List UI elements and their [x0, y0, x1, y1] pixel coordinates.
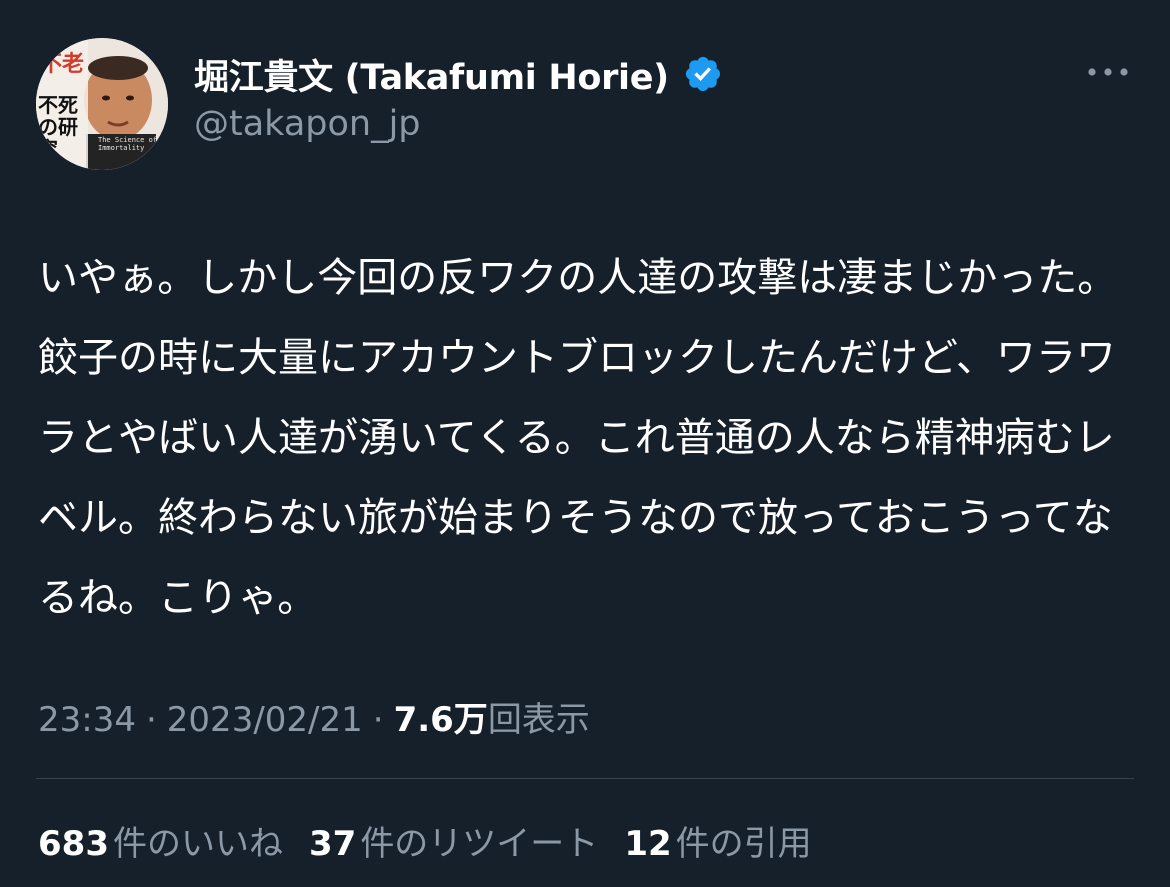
quotes-label: 件の引用 — [675, 824, 812, 864]
tweet-time[interactable]: 23:34 — [38, 700, 136, 740]
more-horizontal-icon[interactable] — [1086, 60, 1130, 84]
author-handle[interactable]: @takapon_jp — [194, 104, 421, 144]
retweets-count: 37 — [308, 824, 357, 864]
likes-label: 件のいいね — [112, 824, 283, 864]
meta-separator: · — [372, 700, 384, 740]
tweet-date[interactable]: 2023/02/21 — [167, 700, 363, 740]
divider — [36, 778, 1134, 779]
quotes-stat[interactable]: 12 件の引用 — [624, 816, 811, 865]
retweets-label: 件のリツイート — [360, 824, 599, 864]
tweet-detail: 不老 不死の研究 The Science of Immortality 堀江貴文… — [0, 0, 1170, 887]
quotes-count: 12 — [624, 824, 672, 864]
avatar-title-red: 不老 — [40, 51, 85, 77]
avatar-title-black: 不死の研究 — [38, 93, 78, 161]
likes-count: 683 — [38, 824, 109, 864]
meta-separator: · — [145, 700, 157, 740]
tweet-text: いやぁ。しかし今回の反ワクの人達の攻撃は凄まじかった。餃子の時に大量にアカウント… — [38, 255, 1118, 621]
engagement-stats: 683 件のいいね 37 件のリツイート 12 件の引用 — [38, 816, 838, 865]
views-label: 回表示 — [487, 700, 590, 740]
author-name-row: 堀江貴文 (Takafumi Horie) — [194, 48, 723, 100]
verified-badge-icon — [683, 54, 723, 94]
likes-stat[interactable]: 683 件のいいね — [38, 816, 283, 865]
tweet-meta: 23:34 · 2023/02/21 · 7.6万 回表示 — [38, 692, 590, 741]
avatar[interactable]: 不老 不死の研究 The Science of Immortality — [36, 38, 168, 170]
display-name[interactable]: 堀江貴文 (Takafumi Horie) — [194, 49, 669, 100]
views-count[interactable]: 7.6万 — [394, 692, 488, 741]
retweets-stat[interactable]: 37 件のリツイート — [309, 816, 598, 865]
avatar-subtitle: The Science of Immortality — [98, 136, 158, 152]
